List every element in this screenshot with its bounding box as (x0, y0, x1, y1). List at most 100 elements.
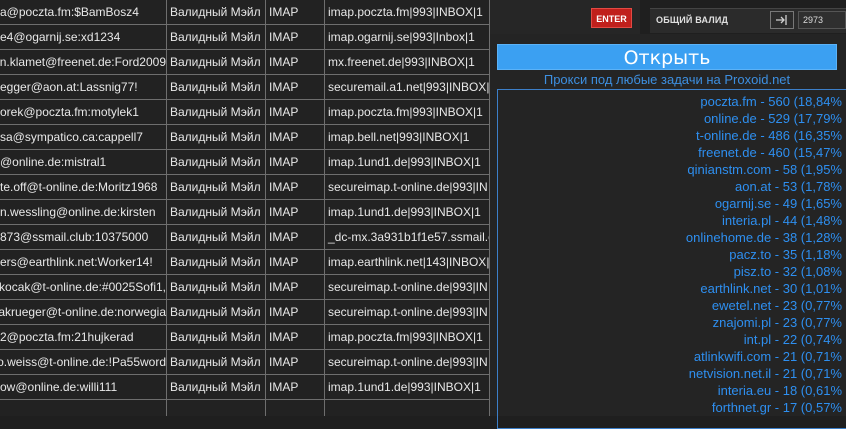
status-cell: Валидный Мэйл (167, 125, 266, 150)
domain-stat-item: pisz.to - 32 (1,08% (733, 264, 842, 279)
domain-stat-item: t-online.de - 486 (16,35% (696, 128, 842, 143)
account-text: egger@aon.at:Lassnig77! (0, 80, 138, 94)
server-cell: imap.1und1.de|993|INBOX|1 (325, 200, 490, 225)
table-row[interactable]: n.wessling@online.de:kirsten Валидный Мэй… (0, 200, 490, 225)
table-row[interactable]: sa@sympatico.ca:cappell7 Валидный Мэйл IMA… (0, 125, 490, 150)
server-cell: imap.earthlink.net|143|INBOX| (325, 250, 490, 275)
domain-stat-item: onlinehome.de - 38 (1,28% (685, 230, 842, 245)
account-text: ow@online.de:willi111 (0, 380, 118, 394)
account-cell: akrueger@t-online.de:norwegia (0, 300, 167, 325)
account-cell: a@poczta.fm:$BamBosz4 (0, 0, 167, 25)
status-cell: Валидный Мэйл (167, 0, 266, 25)
status-cell: Валидный Мэйл (167, 50, 266, 75)
account-cell: o.weiss@t-online.de:!Pa55word (0, 350, 167, 375)
account-cell: e4@ogarnij.se:xd1234 (0, 25, 167, 50)
status-cell: Валидный Мэйл (167, 200, 266, 225)
account-cell: n.wessling@online.de:kirsten (0, 200, 167, 225)
table-row[interactable]: e4@ogarnij.se:xd1234 Валидный Мэйл IMAP ima… (0, 25, 490, 50)
server-cell: mx.freenet.de|993|INBOX|1 (325, 50, 490, 75)
protocol-cell: IMAP (266, 75, 325, 100)
domain-stat-item: interia.pl - 44 (1,48% (722, 213, 842, 228)
domain-stat-item: qinianstm.com - 58 (1,95% (687, 162, 842, 177)
server-cell: imap.1und1.de|993|INBOX|1 (325, 150, 490, 175)
protocol-cell: IMAP (266, 350, 325, 375)
account-cell: ow@online.de:willi111 (0, 375, 167, 400)
account-cell: te.off@t-online.de:Moritz1968 (0, 175, 167, 200)
open-button[interactable]: Открыть (497, 44, 837, 70)
server-cell: secureimap.t-online.de|993|IN (325, 350, 490, 375)
protocol-cell: IMAP (266, 25, 325, 50)
table-row[interactable]: a@poczta.fm:$BamBosz4 Валидный Мэйл IMAP im… (0, 0, 490, 25)
table-row[interactable]: 2@poczta.fm:21hujkerad Валидный Мэйл IMAP i… (0, 325, 490, 350)
server-cell: secureimap.t-online.de|993|IN (325, 300, 490, 325)
server-cell: imap.poczta.fm|993|INBOX|1 (325, 0, 490, 25)
domain-stats-list[interactable]: poczta.fm - 560 (18,84% online.de - 529 (… (497, 89, 846, 429)
account-text: @online.de:mistral1 (0, 155, 107, 169)
table-row[interactable]: ow@online.de:willi111 Валидный Мэйл IMAP im… (0, 375, 490, 400)
account-text: orek@poczta.fm:motylek1 (0, 105, 139, 119)
status-cell: Валидный Мэйл (167, 300, 266, 325)
domain-stat-item: poczta.fm - 560 (18,84% (700, 94, 842, 109)
enter-button[interactable]: ENTER (591, 8, 632, 28)
results-grid[interactable]: a@poczta.fm:$BamBosz4 Валидный Мэйл IMAP im… (0, 0, 490, 416)
total-valid-value: 2973 (798, 11, 846, 29)
server-cell: securemail.a1.net|993|INBOX|1 (325, 75, 490, 100)
protocol-cell: IMAP (266, 125, 325, 150)
protocol-cell (266, 400, 325, 416)
export-icon (776, 15, 787, 25)
table-row[interactable]: o.weiss@t-online.de:!Pa55word Валидный Мэ… (0, 350, 490, 375)
status-cell: Валидный Мэйл (167, 100, 266, 125)
account-cell: n.klamet@freenet.de:Ford2009 (0, 50, 167, 75)
table-row[interactable]: 873@ssmail.club:10375000 Валидный Мэйл IMA… (0, 225, 490, 250)
account-cell: sa@sympatico.ca:cappell7 (0, 125, 167, 150)
protocol-cell: IMAP (266, 150, 325, 175)
status-cell: Валидный Мэйл (167, 275, 266, 300)
account-text: 873@ssmail.club:10375000 (0, 230, 149, 244)
server-cell: imap.bell.net|993|INBOX|1 (325, 125, 490, 150)
status-cell: Валидный Мэйл (167, 225, 266, 250)
table-row[interactable]: @online.de:mistral1 Валидный Мэйл IMAP imap… (0, 150, 490, 175)
account-text: ers@earthlink.net:Worker14! (0, 255, 153, 269)
server-cell (325, 400, 490, 416)
account-cell: kocak@t-online.de:#0025Sofi1, (0, 275, 167, 300)
account-text: o.weiss@t-online.de:!Pa55word (0, 355, 166, 369)
table-row[interactable]: akrueger@t-online.de:norwegia Валидный Мэ… (0, 300, 490, 325)
domain-stat-item: netvision.net.il - 21 (0,71% (688, 366, 842, 381)
status-cell: Валидный Мэйл (167, 250, 266, 275)
protocol-cell: IMAP (266, 325, 325, 350)
table-row[interactable]: kocak@t-online.de:#0025Sofi1, Валидный Мэ… (0, 275, 490, 300)
protocol-cell: IMAP (266, 50, 325, 75)
table-row[interactable]: n.klamet@freenet.de:Ford2009 Валидный Мэй… (0, 50, 490, 75)
protocol-cell: IMAP (266, 0, 325, 25)
table-row[interactable]: te.off@t-online.de:Moritz1968 Валидный Мэ… (0, 175, 490, 200)
account-text: a@poczta.fm:$BamBosz4 (0, 5, 139, 19)
status-cell: Валидный Мэйл (167, 150, 266, 175)
account-text: 2@poczta.fm:21hujkerad (0, 330, 134, 344)
status-cell: Валидный Мэйл (167, 325, 266, 350)
status-cell: Валидный Мэйл (167, 75, 266, 100)
table-row[interactable]: ers@earthlink.net:Worker14! Валидный Мэйл… (0, 250, 490, 275)
protocol-cell: IMAP (266, 250, 325, 275)
account-text: te.off@t-online.de:Moritz1968 (0, 180, 158, 194)
account-text: akrueger@t-online.de:norwegia (0, 305, 166, 319)
protocol-cell: IMAP (266, 375, 325, 400)
table-row[interactable] (0, 400, 490, 416)
account-cell: egger@aon.at:Lassnig77! (0, 75, 167, 100)
server-cell: secureimap.t-online.de|993|IN (325, 275, 490, 300)
server-cell: _dc-mx.3a931b1f1e57.ssmail.c (325, 225, 490, 250)
table-row[interactable]: orek@poczta.fm:motylek1 Валидный Мэйл IMAP… (0, 100, 490, 125)
server-cell: secureimap.t-online.de|993|IN (325, 175, 490, 200)
table-row[interactable]: egger@aon.at:Lassnig77! Валидный Мэйл IMAP… (0, 75, 490, 100)
domain-stat-item: pacz.to - 35 (1,18% (729, 247, 842, 262)
account-text: n.wessling@online.de:kirsten (0, 205, 156, 219)
domain-stat-item: online.de - 529 (17,79% (703, 111, 842, 126)
account-cell: 2@poczta.fm:21hujkerad (0, 325, 167, 350)
domain-stat-item: earthlink.net - 30 (1,01% (700, 281, 842, 296)
status-cell (167, 400, 266, 416)
account-cell: ers@earthlink.net:Worker14! (0, 250, 167, 275)
account-text: kocak@t-online.de:#0025Sofi1, (0, 280, 166, 294)
domain-stat-item: forthnet.gr - 17 (0,57% (711, 400, 842, 415)
proxy-ad-link[interactable]: Прокси под любые задачи на Proxoid.net (497, 72, 837, 87)
account-cell (0, 400, 167, 416)
server-cell: imap.poczta.fm|993|INBOX|1 (325, 325, 490, 350)
